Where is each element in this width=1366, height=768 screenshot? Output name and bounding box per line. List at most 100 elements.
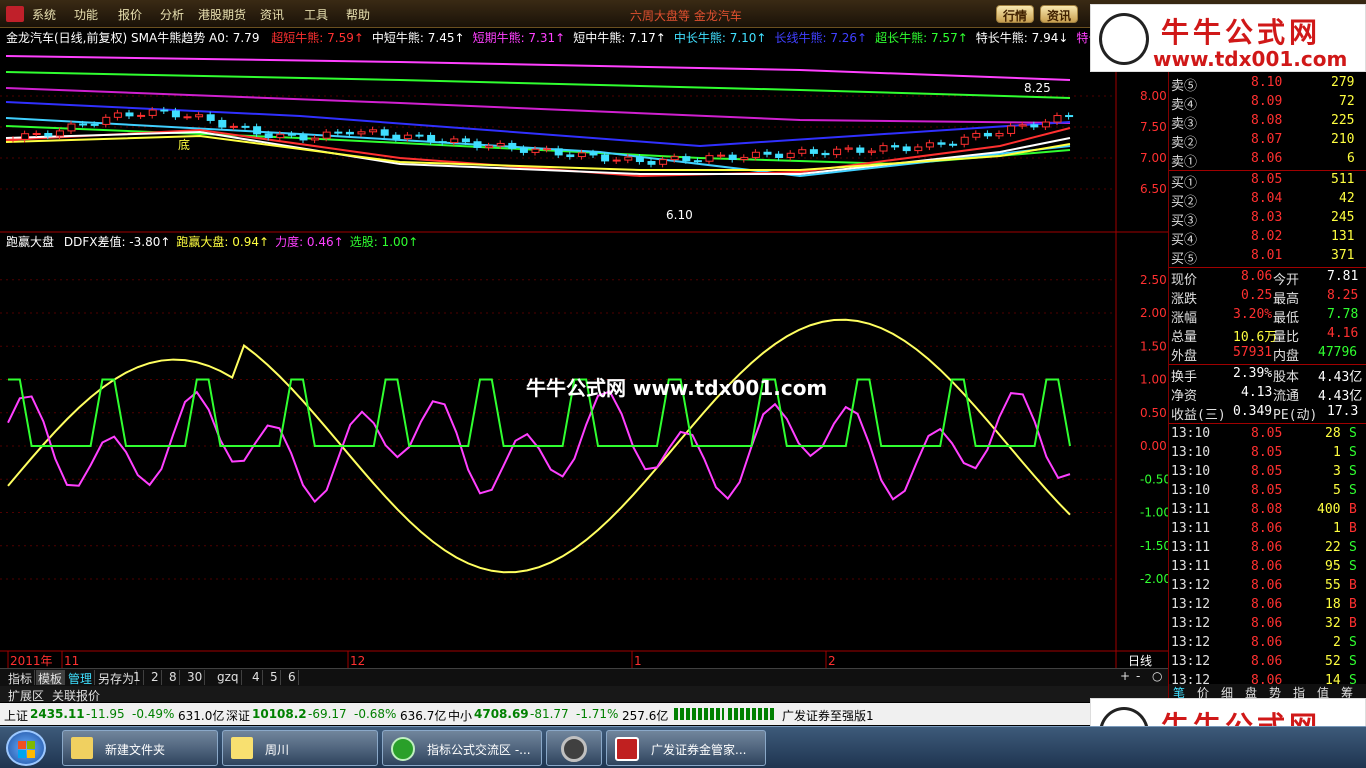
windows-logo-part (27, 741, 35, 749)
tick-volume: 55 (1325, 578, 1341, 593)
candle-body (264, 133, 273, 139)
quote-row: 现价 8.06 今开 7.81 (1169, 268, 1366, 288)
date-label: 11 (64, 654, 79, 668)
tick-row: 13:12 8.06 55 B (1169, 577, 1366, 596)
indicator-value: 短中牛熊: 7.17↑ (573, 31, 666, 45)
menu-item-function[interactable]: 功能 (74, 6, 98, 23)
film-reel-icon (561, 736, 587, 762)
candle-body (566, 154, 575, 158)
tick-price: 8.06 (1251, 597, 1283, 612)
candle-body (1041, 121, 1050, 128)
candle-body (287, 133, 296, 136)
main-axis-label: 7.00 (1140, 151, 1167, 165)
start-button[interactable] (6, 730, 46, 766)
indicator-tab[interactable]: 1 (131, 670, 144, 685)
tick-row: 13:12 8.06 18 B (1169, 596, 1366, 615)
task-zhouchuan[interactable]: 周川 (222, 730, 378, 766)
tick-price: 8.06 (1251, 654, 1283, 669)
cow-logo-icon (1099, 13, 1149, 65)
indicator-tab[interactable]: 4 (250, 670, 263, 685)
zoom-button[interactable]: - (1136, 669, 1140, 683)
candle-body (647, 161, 656, 165)
indicator-value: 超长牛熊: 7.57↑ (875, 31, 968, 45)
indicator-value: 中短牛熊: 7.45↑ (371, 31, 465, 45)
indicator-tab[interactable]: 2 (149, 670, 162, 685)
tick-volume: 2 (1333, 635, 1341, 650)
tick-row: 13:10 8.05 28 S (1169, 425, 1366, 444)
candle-body (519, 147, 528, 153)
quote-button[interactable]: 行情 (996, 5, 1035, 23)
buy-volume: 131 (1331, 229, 1355, 244)
tick-row: 13:12 8.06 2 S (1169, 634, 1366, 653)
task-broker-app[interactable]: 广发证券金管家... (606, 730, 766, 766)
candle-body (635, 156, 644, 163)
candle-body (21, 133, 30, 140)
tick-row: 13:11 8.06 22 S (1169, 539, 1366, 558)
windows-logo-part (18, 750, 26, 758)
tick-row: 13:12 8.06 32 B (1169, 615, 1366, 634)
task-media[interactable] (546, 730, 602, 766)
tick-price: 8.06 (1251, 578, 1283, 593)
quote-label: PE(动) (1273, 408, 1318, 423)
task-label: 指标公式交流区 -... (427, 743, 531, 757)
sell-volume: 225 (1331, 113, 1355, 128)
chart-area[interactable]: 8.00 7.50 7.00 6.50 2.50 2.00 1.50 1.00 0.50 0.00… (0, 28, 1171, 668)
quote-value: 0.25 (1241, 288, 1273, 303)
indicator-tab[interactable]: 30 (185, 670, 206, 685)
menu-item-system[interactable]: 系统 (32, 6, 56, 23)
candle-body (334, 131, 343, 134)
tab-linked-quote[interactable]: 关联报价 (52, 687, 100, 704)
buy-volume: 245 (1331, 210, 1355, 225)
task-forum[interactable]: 指标公式交流区 -... (382, 730, 542, 766)
sell-volume: 6 (1347, 151, 1355, 166)
date-label: 2011年 (10, 654, 53, 668)
candle-body (728, 154, 737, 160)
indicator-tab[interactable]: gzq (215, 670, 242, 685)
zoom-button[interactable]: ○ (1152, 669, 1162, 683)
buy-price: 8.05 (1251, 172, 1283, 187)
index-pct: -1.71% (576, 707, 619, 721)
candle-body (937, 142, 946, 145)
tick-price: 8.06 (1251, 635, 1283, 650)
indicator-tab[interactable]: 6 (286, 670, 299, 685)
sell-row: 卖① 8.06 6 (1169, 150, 1366, 170)
zoom-button[interactable]: + (1120, 669, 1130, 683)
candle-body (345, 131, 354, 135)
buy-price: 8.01 (1251, 248, 1283, 263)
indicator-tab[interactable]: 模板 (36, 670, 66, 686)
quote-row: 换手 2.39% 股本 4.43亿 (1169, 365, 1366, 385)
main-axis-label: 7.50 (1140, 120, 1167, 134)
quote-label: 外盘 (1171, 349, 1198, 364)
candle-body (403, 134, 412, 140)
menu-item-futures[interactable]: 港股期货 (198, 6, 246, 23)
menu-item-quote[interactable]: 报价 (118, 6, 142, 23)
candle-body (253, 126, 262, 135)
index-name: 上证 (4, 709, 29, 723)
indicator-tab[interactable]: 5 (268, 670, 281, 685)
candle-body (577, 152, 586, 158)
sub-header: 跑赢大盘 DDFX差值: -3.80↑ 跑赢大盘: 0.94↑ 力度: 0.46↑ 选… (6, 233, 418, 250)
window-title: 六周大盘等 金龙汽车 (630, 9, 742, 23)
tab-extension[interactable]: 扩展区 (8, 687, 44, 704)
indicator-tab[interactable]: 指标 (6, 670, 36, 686)
candle-body (241, 125, 250, 128)
tick-price: 8.05 (1251, 426, 1283, 441)
buy-level-label: 买③ (1171, 214, 1198, 229)
menu-item-info[interactable]: 资讯 (260, 6, 284, 23)
indicator-tab[interactable]: 8 (167, 670, 180, 685)
candle-body (276, 133, 285, 139)
menu-item-tools[interactable]: 工具 (304, 6, 328, 23)
candle-body (717, 154, 726, 157)
tick-price: 8.06 (1251, 559, 1283, 574)
taskbar: 新建文件夹 周川 指标公式交流区 -... 广发证券金管家... (0, 726, 1366, 768)
candle-body (775, 153, 784, 158)
date-label: 12 (350, 654, 365, 668)
menu-item-help[interactable]: 帮助 (346, 6, 370, 23)
task-new-folder[interactable]: 新建文件夹 (62, 730, 218, 766)
quote-value: 7.78 (1327, 307, 1359, 322)
sub-indicator-name: 跑赢大盘 (6, 235, 55, 249)
info-button[interactable]: 资讯 (1040, 5, 1079, 23)
menu-item-analysis[interactable]: 分析 (160, 6, 184, 23)
indicator-tab[interactable]: 管理 (66, 670, 96, 686)
candle-body (357, 131, 366, 135)
